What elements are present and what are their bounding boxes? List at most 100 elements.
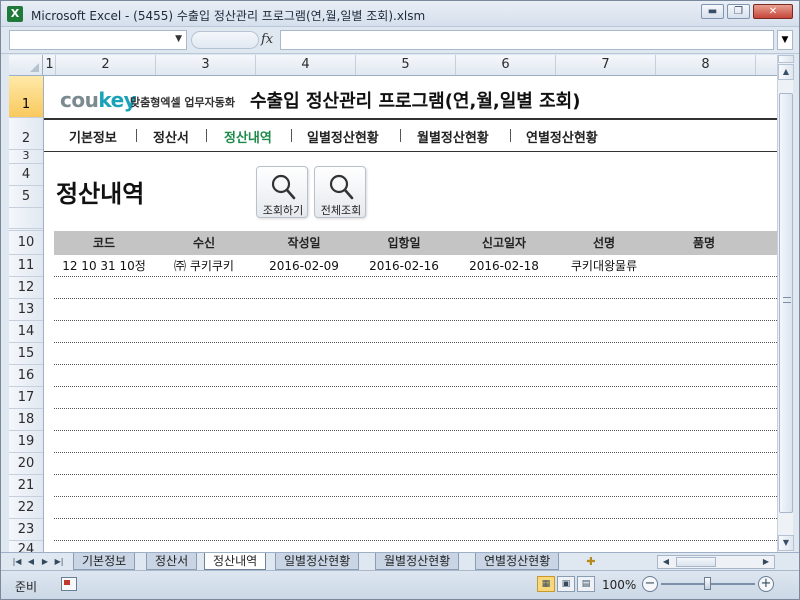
scroll-left-icon[interactable]: ◀ <box>660 556 672 568</box>
table-row[interactable]: 12 10 31 10정 ㈜ 쿠키쿠키 2016-02-09 2016-02-1… <box>54 255 777 277</box>
table-row[interactable] <box>54 519 777 541</box>
cell-code[interactable]: 12 10 31 10정 <box>54 255 154 277</box>
zoom-plus-icon[interactable]: + <box>758 576 774 592</box>
select-all-corner[interactable] <box>9 55 43 75</box>
split-box[interactable] <box>778 55 794 63</box>
nav-item-monthly-status[interactable]: 월별정산현황 <box>417 127 489 146</box>
cell-item[interactable] <box>654 255 754 277</box>
tab-yearly-status[interactable]: 연별정산현황 <box>475 553 560 570</box>
row-header[interactable]: 13 <box>9 299 43 321</box>
normal-view-icon[interactable]: ▦ <box>537 576 555 592</box>
tab-basic-info[interactable]: 기본정보 <box>73 553 136 570</box>
hidden-rows-marker <box>9 208 43 231</box>
row-header[interactable]: 12 <box>9 277 43 299</box>
search-all-button[interactable]: 전체조회 <box>314 166 366 218</box>
table-row[interactable] <box>54 431 777 453</box>
restore-button[interactable]: ❐ <box>727 4 750 19</box>
table-row[interactable] <box>54 541 777 552</box>
formula-cancel-enter[interactable] <box>191 31 259 49</box>
table-row[interactable] <box>54 277 777 299</box>
excel-icon[interactable]: X <box>7 6 23 22</box>
prev-sheet-icon[interactable]: ◀ <box>25 555 37 568</box>
horizontal-scroll-thumb[interactable] <box>676 557 716 567</box>
excel-window: X Microsoft Excel - (5455) 수출입 정산관리 프로그램… <box>0 0 800 600</box>
column-header[interactable]: 4 <box>256 55 356 75</box>
nav-item-yearly-status[interactable]: 연별정산현황 <box>526 127 598 146</box>
row-header[interactable]: 11 <box>9 255 43 277</box>
tab-statement-history[interactable]: 정산내역 <box>204 553 267 570</box>
table-row[interactable] <box>54 343 777 365</box>
table-row[interactable] <box>54 365 777 387</box>
last-sheet-icon[interactable]: ▶| <box>53 555 65 568</box>
cell-vessel[interactable]: 쿠키대왕물류 <box>554 255 654 277</box>
cell-arrival-date[interactable]: 2016-02-16 <box>354 255 454 277</box>
scroll-up-icon[interactable]: ▲ <box>778 64 794 80</box>
next-sheet-icon[interactable]: ▶ <box>39 555 51 568</box>
vertical-scroll-thumb[interactable] <box>779 93 793 513</box>
minimize-button[interactable]: ▬ <box>701 4 724 19</box>
name-box-dropdown-icon[interactable]: ▼ <box>175 34 182 44</box>
tab-daily-status[interactable]: 일별정산현황 <box>275 553 360 570</box>
row-header[interactable]: 1 <box>9 76 43 118</box>
column-header[interactable]: 1 <box>44 55 56 75</box>
cell-declaration-date[interactable]: 2016-02-18 <box>454 255 554 277</box>
row-header[interactable]: 17 <box>9 387 43 409</box>
column-header[interactable]: 2 <box>56 55 156 75</box>
row-header[interactable]: 10 <box>9 231 43 255</box>
table-row[interactable] <box>54 497 777 519</box>
row-header[interactable]: 20 <box>9 453 43 475</box>
zoom-slider-thumb[interactable] <box>704 577 711 590</box>
row-header[interactable]: 22 <box>9 497 43 519</box>
row-header[interactable]: 19 <box>9 431 43 453</box>
expand-formula-icon[interactable]: ▼ <box>777 30 793 50</box>
tab-monthly-status[interactable]: 월별정산현황 <box>375 553 460 570</box>
name-box[interactable]: ▼ <box>9 30 187 50</box>
scroll-down-icon[interactable]: ▼ <box>778 535 794 551</box>
nav-item-basic-info[interactable]: 기본정보 <box>69 127 117 146</box>
scroll-right-icon[interactable]: ▶ <box>760 556 772 568</box>
column-header[interactable]: 6 <box>456 55 556 75</box>
table-row[interactable] <box>54 321 777 343</box>
table-row[interactable] <box>54 409 777 431</box>
table-row[interactable] <box>54 299 777 321</box>
table-row[interactable] <box>54 475 777 497</box>
worksheet[interactable]: coukey 맞춤형엑셀 업무자동화 수출입 정산관리 프로그램(연,월,일별 … <box>44 76 777 552</box>
row-header[interactable]: 15 <box>9 343 43 365</box>
row-header[interactable]: 16 <box>9 365 43 387</box>
title-bar: X Microsoft Excel - (5455) 수출입 정산관리 프로그램… <box>1 1 799 27</box>
page-break-view-icon[interactable]: ▤ <box>577 576 595 592</box>
nav-item-statement-history[interactable]: 정산내역 <box>224 127 272 146</box>
row-header[interactable]: 21 <box>9 475 43 497</box>
row-header[interactable]: 3 <box>9 150 43 164</box>
insert-sheet-icon[interactable]: ✚ <box>581 554 601 569</box>
vertical-scrollbar[interactable]: ▲ ▼ <box>777 55 794 552</box>
tab-statement[interactable]: 정산서 <box>146 553 198 570</box>
row-header[interactable]: 2 <box>9 118 43 150</box>
table-row[interactable] <box>54 453 777 475</box>
column-header[interactable]: 5 <box>356 55 456 75</box>
zoom-minus-icon[interactable]: − <box>642 576 658 592</box>
row-header[interactable]: 4 <box>9 164 43 186</box>
column-header[interactable]: 3 <box>156 55 256 75</box>
insert-function-icon[interactable]: fx <box>261 32 273 47</box>
row-header[interactable]: 5 <box>9 186 43 208</box>
row-header[interactable]: 18 <box>9 409 43 431</box>
first-sheet-icon[interactable]: |◀ <box>11 555 23 568</box>
column-header[interactable]: 7 <box>556 55 656 75</box>
row-header[interactable]: 14 <box>9 321 43 343</box>
search-button[interactable]: 조회하기 <box>256 166 308 218</box>
table-row[interactable] <box>54 387 777 409</box>
close-button[interactable]: ✕ <box>753 4 793 19</box>
row-header[interactable]: 24 <box>9 541 43 552</box>
row-header[interactable]: 23 <box>9 519 43 541</box>
macro-record-icon[interactable] <box>61 577 77 591</box>
cell-written-date[interactable]: 2016-02-09 <box>254 255 354 277</box>
nav-item-daily-status[interactable]: 일별정산현황 <box>307 127 379 146</box>
zoom-level[interactable]: 100% <box>602 578 636 592</box>
cell-recipient[interactable]: ㈜ 쿠키쿠키 <box>154 255 254 277</box>
horizontal-scrollbar[interactable]: ◀ ▶ <box>657 555 775 569</box>
nav-item-statement[interactable]: 정산서 <box>153 127 189 146</box>
formula-input[interactable] <box>280 30 774 50</box>
page-layout-view-icon[interactable]: ▣ <box>557 576 575 592</box>
column-header[interactable]: 8 <box>656 55 756 75</box>
